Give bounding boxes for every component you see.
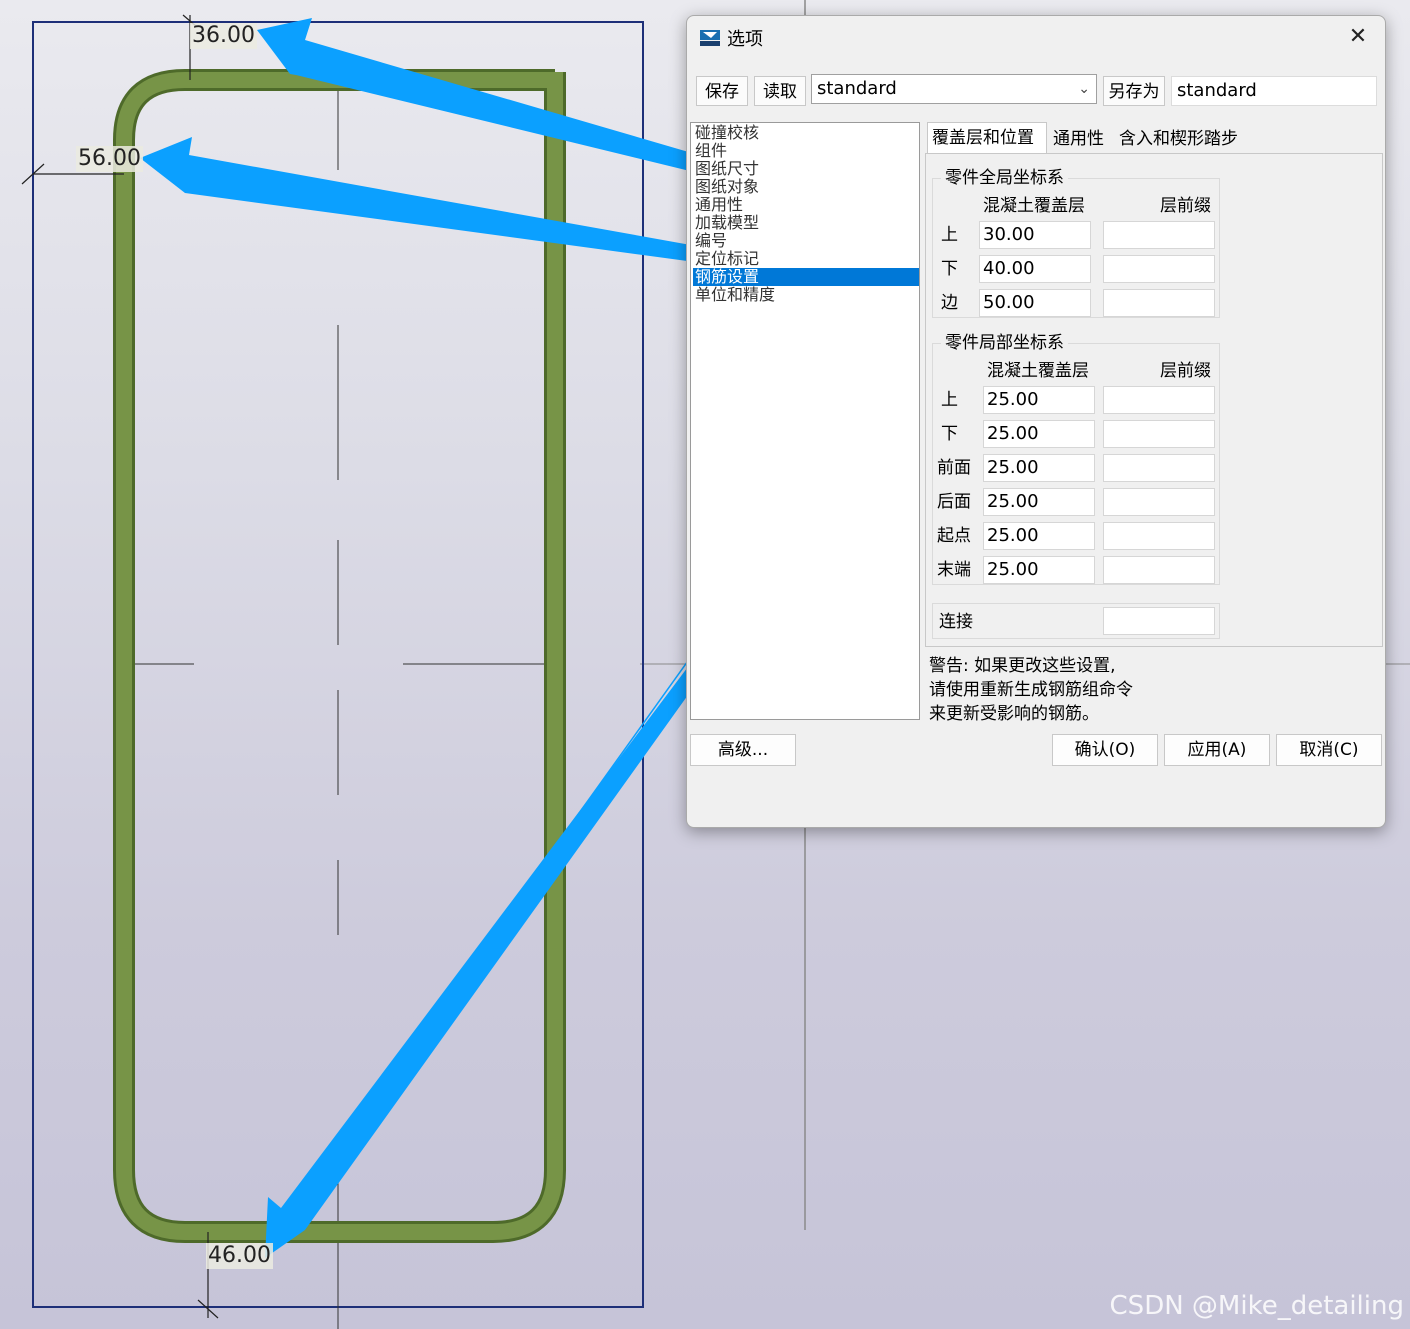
warning-line: 来更新受影响的钢筋。 bbox=[929, 704, 1099, 724]
dim-top-label: 36.00 bbox=[190, 23, 257, 49]
local-prefix-field[interactable] bbox=[1103, 386, 1215, 414]
list-item[interactable]: 图纸对象 bbox=[693, 178, 919, 196]
list-item[interactable]: 加载模型 bbox=[693, 214, 919, 232]
app-logo-icon bbox=[699, 28, 721, 48]
global-prefix-header: 层前缀 bbox=[1160, 196, 1211, 216]
global-group-title: 零件全局坐标系 bbox=[941, 168, 1068, 188]
close-icon[interactable]: ✕ bbox=[1343, 22, 1373, 52]
list-item-selected[interactable]: 钢筋设置 bbox=[693, 268, 919, 286]
global-cover-group: 零件全局坐标系 混凝土覆盖层 层前缀 上 30.00 下 40.00 边 50.… bbox=[932, 168, 1220, 318]
local-row-label: 上 bbox=[941, 390, 958, 410]
tab-includes-wedge[interactable]: 含入和楔形踏步 bbox=[1115, 124, 1255, 154]
tab-panel: 零件全局坐标系 混凝土覆盖层 层前缀 上 30.00 下 40.00 边 50.… bbox=[925, 153, 1383, 647]
local-group-title: 零件局部坐标系 bbox=[941, 333, 1068, 353]
options-dialog: 选项 ✕ 保存 读取 standard ⌄ 另存为 standard 碰撞校核 … bbox=[686, 15, 1386, 828]
local-cover-header: 混凝土覆盖层 bbox=[987, 361, 1089, 381]
watermark: CSDN @Mike_detailing bbox=[1109, 1291, 1404, 1321]
dialog-toolbar: 保存 读取 standard ⌄ 另存为 standard bbox=[691, 70, 1381, 110]
rebar-stirrup bbox=[113, 69, 566, 1243]
local-prefix-field[interactable] bbox=[1103, 420, 1215, 448]
dim-left-label: 56.00 bbox=[76, 146, 143, 172]
local-row-label: 下 bbox=[941, 424, 958, 444]
chevron-down-icon: ⌄ bbox=[1078, 81, 1090, 97]
local-row-label: 末端 bbox=[937, 560, 971, 580]
dialog-title: 选项 bbox=[727, 29, 763, 50]
local-cover-field[interactable]: 25.00 bbox=[983, 386, 1095, 414]
preset-select[interactable]: standard ⌄ bbox=[811, 74, 1097, 104]
dialog-titlebar[interactable]: 选项 ✕ bbox=[687, 16, 1385, 58]
list-item[interactable]: 通用性 bbox=[693, 196, 919, 214]
global-cover-field[interactable]: 50.00 bbox=[979, 289, 1091, 317]
local-row-label: 后面 bbox=[937, 492, 971, 512]
local-cover-field[interactable]: 25.00 bbox=[983, 522, 1095, 550]
local-row-label: 前面 bbox=[937, 458, 971, 478]
warning-text: 警告: 如果更改这些设置, 请使用重新生成钢筋组命令 来更新受影响的钢筋。 bbox=[929, 654, 1229, 726]
local-prefix-header: 层前缀 bbox=[1160, 361, 1211, 381]
list-item[interactable]: 单位和精度 bbox=[693, 286, 919, 304]
local-prefix-field[interactable] bbox=[1103, 454, 1215, 482]
save-as-button[interactable]: 另存为 bbox=[1103, 76, 1165, 106]
load-button[interactable]: 读取 bbox=[754, 76, 806, 106]
global-row-label: 边 bbox=[941, 293, 958, 313]
local-row-label: 起点 bbox=[937, 526, 971, 546]
global-cover-field[interactable]: 30.00 bbox=[979, 221, 1091, 249]
local-prefix-field[interactable] bbox=[1103, 488, 1215, 516]
dim-bottom-label: 46.00 bbox=[206, 1243, 273, 1269]
warning-line: 请使用重新生成钢筋组命令 bbox=[929, 680, 1133, 700]
local-cover-group: 零件局部坐标系 混凝土覆盖层 层前缀 上 25.00 下 25.00 前面 25… bbox=[932, 333, 1220, 585]
global-prefix-field[interactable] bbox=[1103, 221, 1215, 249]
preset-value: standard bbox=[817, 78, 897, 99]
cancel-button[interactable]: 取消(C) bbox=[1276, 734, 1382, 766]
global-cover-field[interactable]: 40.00 bbox=[979, 255, 1091, 283]
global-prefix-field[interactable] bbox=[1103, 255, 1215, 283]
warning-line: 警告: 如果更改这些设置, bbox=[929, 656, 1116, 676]
local-cover-field[interactable]: 25.00 bbox=[983, 556, 1095, 584]
list-item[interactable]: 图纸尺寸 bbox=[693, 160, 919, 178]
tab-cover-position[interactable]: 覆盖层和位置 bbox=[927, 122, 1047, 154]
save-as-input[interactable]: standard bbox=[1171, 76, 1377, 106]
connect-label: 连接 bbox=[939, 612, 973, 632]
list-item[interactable]: 编号 bbox=[693, 232, 919, 250]
connect-field[interactable] bbox=[1103, 607, 1215, 635]
local-prefix-field[interactable] bbox=[1103, 556, 1215, 584]
global-prefix-field[interactable] bbox=[1103, 289, 1215, 317]
connect-group: 连接 bbox=[932, 603, 1220, 639]
local-prefix-field[interactable] bbox=[1103, 522, 1215, 550]
list-item[interactable]: 碰撞校核 bbox=[693, 124, 919, 142]
tab-general[interactable]: 通用性 bbox=[1049, 124, 1113, 154]
advanced-button[interactable]: 高级... bbox=[690, 734, 796, 766]
save-button[interactable]: 保存 bbox=[696, 76, 748, 106]
list-item[interactable]: 组件 bbox=[693, 142, 919, 160]
global-row-label: 下 bbox=[941, 259, 958, 279]
global-row-label: 上 bbox=[941, 225, 958, 245]
local-cover-field[interactable]: 25.00 bbox=[983, 488, 1095, 516]
local-cover-field[interactable]: 25.00 bbox=[983, 454, 1095, 482]
local-cover-field[interactable]: 25.00 bbox=[983, 420, 1095, 448]
apply-button[interactable]: 应用(A) bbox=[1164, 734, 1270, 766]
ok-button[interactable]: 确认(O) bbox=[1052, 734, 1158, 766]
list-item[interactable]: 定位标记 bbox=[693, 250, 919, 268]
global-cover-header: 混凝土覆盖层 bbox=[983, 196, 1085, 216]
category-list[interactable]: 碰撞校核 组件 图纸尺寸 图纸对象 通用性 加载模型 编号 定位标记 钢筋设置 … bbox=[690, 122, 920, 720]
